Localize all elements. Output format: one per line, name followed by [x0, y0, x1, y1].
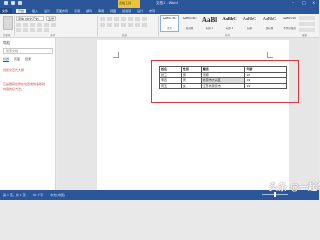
- status-language[interactable]: 中文(中国): [50, 193, 64, 197]
- maximize-icon[interactable]: □: [302, 1, 306, 5]
- table-cell[interactable]: 19: [244, 82, 287, 89]
- multilevel-list-icon[interactable]: [114, 17, 119, 21]
- close-icon[interactable]: ×: [312, 1, 316, 5]
- select-button[interactable]: [299, 28, 315, 32]
- replace-button[interactable]: [299, 22, 315, 26]
- table-cell[interactable]: 江苏省南京市: [200, 82, 246, 89]
- nav-hint-line: 创建交互式大纲: [3, 68, 25, 72]
- style-heading-1[interactable]: AaBl 标题 1: [200, 15, 219, 32]
- ribbon-tabs: 开始 插入 设计 页面布局 引用 邮件 审阅 视图 加载项 设计 布局: [16, 9, 155, 13]
- status-items: 第 1 页，共 1 页 30 个字 中文(中国): [3, 193, 65, 197]
- document-page[interactable]: 姓名 性别 籍贯 年龄 张三 男 河南 16 李四 男 北京市大兴区 18 周五…: [97, 40, 299, 190]
- strikethrough-icon[interactable]: [37, 23, 42, 27]
- nav-search-input[interactable]: 搜索文档: [3, 48, 53, 54]
- underline-icon[interactable]: [30, 23, 35, 27]
- tab-view[interactable]: 视图: [110, 9, 116, 13]
- font-color-icon[interactable]: [30, 28, 35, 32]
- font-color-row: [16, 28, 49, 32]
- font-format-row: [16, 23, 56, 27]
- group-label-editing: 编辑: [302, 34, 308, 37]
- enclose-char-icon[interactable]: [44, 28, 49, 32]
- italic-icon[interactable]: [23, 23, 28, 27]
- style-normal[interactable]: AaBbCcDc 正文: [160, 15, 179, 32]
- title-bar: 文档1 - Word – □ ×: [0, 0, 319, 8]
- tab-page-layout[interactable]: 页面布局: [56, 9, 68, 13]
- group-label-font: 字体: [50, 34, 56, 37]
- align-left-icon[interactable]: [100, 23, 105, 27]
- text-effects-icon[interactable]: [16, 28, 21, 32]
- bullets-icon[interactable]: [100, 17, 105, 21]
- watermark: 头条 @一起学: [269, 183, 320, 193]
- quick-access-toolbar[interactable]: [4, 1, 22, 5]
- document-title: 文档1 - Word: [156, 1, 178, 5]
- decrease-indent-icon[interactable]: [121, 17, 126, 21]
- redo-icon[interactable]: [18, 1, 22, 5]
- increase-indent-icon[interactable]: [128, 17, 133, 21]
- save-icon[interactable]: [4, 1, 8, 5]
- find-button[interactable]: [299, 16, 315, 20]
- style-subtle-emphasis[interactable]: AaBbCcDt 不明显强调: [280, 15, 299, 32]
- superscript-icon[interactable]: [51, 23, 56, 27]
- paste-button[interactable]: [3, 16, 13, 30]
- tab-review[interactable]: 审阅: [98, 9, 104, 13]
- margin-mark: [113, 52, 119, 58]
- document-workspace[interactable]: 姓名 性别 籍贯 年龄 张三 男 河南 16 李四 男 北京市大兴区 18 周五…: [57, 38, 319, 190]
- status-page-count[interactable]: 第 1 页，共 1 页: [3, 193, 26, 197]
- tab-addins[interactable]: 加载项: [122, 9, 131, 13]
- style-subtitle[interactable]: AaBbC 副标题: [260, 15, 279, 32]
- status-word-count[interactable]: 30 个字: [33, 193, 44, 197]
- window-controls: – □ ×: [292, 1, 316, 5]
- group-label-clipboard: 剪贴板: [3, 34, 11, 37]
- nav-hint-line: 内容的好方法。: [3, 87, 25, 91]
- highlight-icon[interactable]: [23, 28, 28, 32]
- margin-mark: [267, 52, 273, 58]
- sort-icon[interactable]: [135, 17, 140, 21]
- group-label-styles: 样式: [225, 34, 231, 37]
- navigation-pane: 导航 搜索文档 标题 页面 结果 创建交互式大纲 它是跟踪您所在位置或快速移动 …: [0, 38, 56, 190]
- align-right-icon[interactable]: [114, 23, 119, 27]
- styles-gallery: AaBbCcDc 正文 AaBbCcDc 无间隔 AaBl 标题 1 AaBbC…: [160, 15, 299, 32]
- show-marks-icon[interactable]: [142, 17, 147, 21]
- style-title[interactable]: AaBbC 标题: [240, 15, 259, 32]
- align-center-icon[interactable]: [107, 23, 112, 27]
- line-spacing-icon[interactable]: [128, 23, 133, 27]
- table-cell[interactable]: 女: [180, 82, 202, 89]
- data-table[interactable]: 姓名 性别 籍贯 年龄 张三 男 河南 16 李四 男 北京市大兴区 18 周五…: [159, 66, 287, 89]
- table-row: 周五 女 江苏省南京市 19: [159, 82, 287, 89]
- nav-hint-line: 它是跟踪您所在位置或快速移动: [3, 82, 46, 86]
- nav-pane-title: 导航: [3, 41, 10, 45]
- tab-table-layout[interactable]: 布局: [149, 9, 155, 13]
- table-cell[interactable]: 周五: [159, 82, 182, 89]
- font-name-select[interactable]: 宋体 (中文正文): [16, 16, 44, 21]
- style-no-spacing[interactable]: AaBbCcDc 无间隔: [180, 15, 199, 32]
- tab-insert[interactable]: 插入: [32, 9, 38, 13]
- nav-tabs: 标题 页面 结果: [3, 57, 31, 62]
- tab-references[interactable]: 引用: [74, 9, 80, 13]
- editing-group: [299, 16, 315, 32]
- bold-icon[interactable]: [16, 23, 21, 27]
- nav-tab-pages[interactable]: 页面: [14, 57, 20, 62]
- borders-icon[interactable]: [142, 23, 147, 27]
- tab-home[interactable]: 开始: [16, 9, 27, 13]
- table-tools-context-tab: 表格工具: [118, 0, 140, 8]
- shading-icon[interactable]: [135, 23, 140, 27]
- group-label-paragraph: 段落: [122, 34, 128, 37]
- font-size-select[interactable]: 五号: [46, 16, 56, 21]
- tab-design[interactable]: 设计: [44, 9, 50, 13]
- undo-icon[interactable]: [11, 1, 15, 5]
- char-shading-icon[interactable]: [37, 28, 42, 32]
- paragraph-group: [100, 17, 147, 27]
- numbering-icon[interactable]: [107, 17, 112, 21]
- nav-tab-headings[interactable]: 标题: [3, 57, 10, 62]
- style-heading-2[interactable]: AaBbC 标题 2: [220, 15, 239, 32]
- minimize-icon[interactable]: –: [292, 1, 296, 5]
- tab-table-design[interactable]: 设计: [137, 9, 143, 13]
- tab-mailings[interactable]: 邮件: [86, 9, 92, 13]
- subscript-icon[interactable]: [44, 23, 49, 27]
- nav-tab-results[interactable]: 结果: [25, 57, 31, 62]
- justify-icon[interactable]: [121, 23, 126, 27]
